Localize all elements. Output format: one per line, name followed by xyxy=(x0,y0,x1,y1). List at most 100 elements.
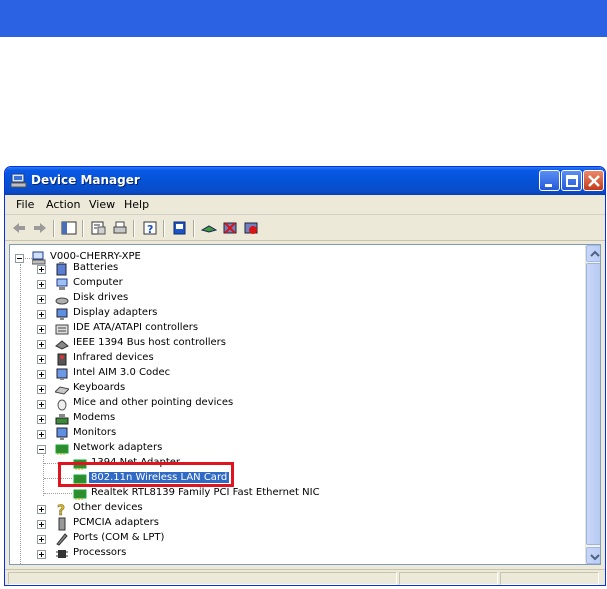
tree-item-label: Processors xyxy=(73,547,127,558)
chevron-down-icon xyxy=(590,554,600,561)
tree-item-label: Ports (COM & LPT) xyxy=(73,532,165,543)
menu-bar: File Action View Help xyxy=(5,195,605,215)
chevron-up-icon xyxy=(590,250,600,257)
toolbar-separator xyxy=(53,220,55,237)
scan-hardware-changes-icon[interactable] xyxy=(172,220,188,236)
back-arrow-icon[interactable] xyxy=(11,220,27,236)
device-tree-pane: V000-CHERRY-XPE Batteries Computer Disk … xyxy=(9,244,601,565)
minimize-icon xyxy=(545,184,552,187)
device-manager-icon xyxy=(11,173,27,188)
menu-view[interactable]: View xyxy=(89,198,115,211)
expand-toggle[interactable] xyxy=(37,430,46,439)
mouse-icon xyxy=(57,399,67,411)
maximize-button[interactable] xyxy=(561,170,582,191)
expand-toggle[interactable] xyxy=(37,535,46,544)
modem-icon xyxy=(55,414,69,425)
keyboard-icon xyxy=(55,386,69,395)
port-icon xyxy=(56,533,68,546)
infrared-icon xyxy=(57,353,67,366)
expand-toggle[interactable] xyxy=(37,415,46,424)
tree-item-label: Infrared devices xyxy=(73,352,154,363)
status-cell xyxy=(500,572,599,585)
help-icon[interactable]: ? xyxy=(142,220,158,236)
expand-toggle[interactable] xyxy=(37,550,46,559)
tree-item-label: Mice and other pointing devices xyxy=(73,397,234,408)
network-card-icon xyxy=(73,489,87,500)
uninstall-icon[interactable] xyxy=(222,220,238,236)
tree-item-label: Disk drives xyxy=(73,292,129,303)
network-adapter-icon xyxy=(55,444,69,455)
menu-file[interactable]: File xyxy=(16,198,34,211)
status-cell-main xyxy=(8,572,397,585)
expand-toggle[interactable] xyxy=(37,385,46,394)
vertical-scrollbar[interactable] xyxy=(585,245,600,564)
tree-item-label: IEEE 1394 Bus host controllers xyxy=(73,337,226,348)
annotation-highlight-box xyxy=(58,462,234,487)
close-icon xyxy=(588,175,600,187)
tree-item-label: PCMCIA adapters xyxy=(73,517,159,528)
expand-toggle[interactable] xyxy=(37,295,46,304)
title-bar[interactable]: Device Manager xyxy=(5,167,605,195)
disable-device-icon[interactable] xyxy=(243,220,259,236)
tree-item-label: Network adapters xyxy=(73,442,163,453)
toolbar-separator xyxy=(133,220,135,237)
root-collapse-toggle[interactable] xyxy=(15,254,24,263)
minimize-button[interactable] xyxy=(539,170,560,191)
tree-item-label: Other devices xyxy=(73,502,143,513)
computer-icon xyxy=(56,278,68,290)
unknown-device-icon: ? xyxy=(57,503,66,516)
tree-branch-line xyxy=(43,451,44,496)
svg-text:?: ? xyxy=(147,223,153,236)
scroll-thumb[interactable] xyxy=(586,263,600,545)
show-hide-console-tree-icon[interactable] xyxy=(61,220,77,236)
status-cell xyxy=(399,572,498,585)
tree-item-label: Realtek RTL8139 Family PCI Fast Ethernet… xyxy=(91,487,320,498)
tree-item-label: IDE ATA/ATAPI controllers xyxy=(73,322,199,333)
window-title: Device Manager xyxy=(31,173,140,187)
collapse-toggle[interactable] xyxy=(37,445,46,454)
processor-icon xyxy=(56,550,68,558)
toolbar-separator xyxy=(163,220,165,237)
device-manager-window: Device Manager File Action View Help ? V… xyxy=(4,166,606,586)
tree-line xyxy=(44,493,72,494)
top-banner xyxy=(0,0,607,37)
tree-item-label: Display adapters xyxy=(73,307,158,318)
expand-toggle[interactable] xyxy=(37,370,46,379)
tree-item-label: Computer xyxy=(73,277,123,288)
properties-icon[interactable] xyxy=(90,220,106,236)
maximize-icon xyxy=(566,175,578,187)
display-adapter-icon xyxy=(56,308,68,320)
device-tree: V000-CHERRY-XPE Batteries Computer Disk … xyxy=(10,245,585,564)
battery-icon xyxy=(56,262,67,276)
expand-toggle[interactable] xyxy=(37,280,46,289)
expand-toggle[interactable] xyxy=(37,265,46,274)
svg-text:?: ? xyxy=(57,503,65,516)
expand-toggle[interactable] xyxy=(37,325,46,334)
update-driver-icon[interactable] xyxy=(201,220,217,236)
scroll-up-button[interactable] xyxy=(586,245,600,262)
monitor-icon xyxy=(56,427,68,440)
menu-help[interactable]: Help xyxy=(124,198,149,211)
print-icon[interactable] xyxy=(112,220,128,236)
tree-item-label: Keyboards xyxy=(73,382,126,393)
expand-toggle[interactable] xyxy=(37,400,46,409)
codec-icon xyxy=(56,368,68,380)
menu-action[interactable]: Action xyxy=(46,198,80,211)
tree-item-label: Modems xyxy=(73,412,116,423)
scroll-down-button[interactable] xyxy=(586,547,600,564)
pcmcia-icon xyxy=(58,517,66,531)
ieee1394-icon xyxy=(55,340,69,350)
tree-item-label: Monitors xyxy=(73,427,117,438)
expand-toggle[interactable] xyxy=(37,355,46,364)
toolbar-separator xyxy=(193,220,195,237)
status-bar xyxy=(5,569,605,585)
forward-arrow-icon[interactable] xyxy=(32,220,48,236)
ide-controller-icon xyxy=(55,324,69,335)
disk-drive-icon xyxy=(55,297,69,305)
expand-toggle[interactable] xyxy=(37,310,46,319)
tree-item-label: Intel AIM 3.0 Codec xyxy=(73,367,171,378)
expand-toggle[interactable] xyxy=(37,505,46,514)
expand-toggle[interactable] xyxy=(37,520,46,529)
close-button[interactable] xyxy=(583,170,604,191)
expand-toggle[interactable] xyxy=(37,340,46,349)
